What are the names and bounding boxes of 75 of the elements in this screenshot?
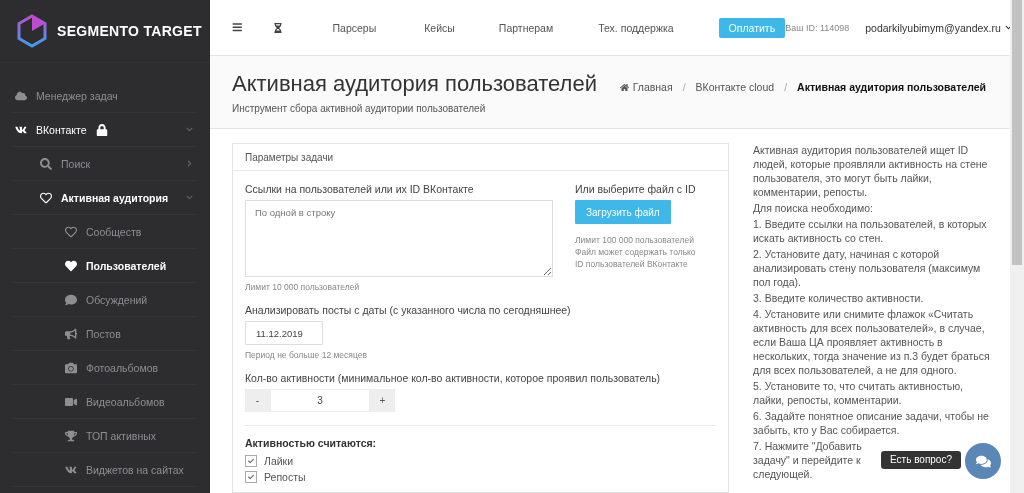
menu-label: Постов [86, 327, 121, 340]
sidebar-item[interactable]: Виджетов на сайтах [13, 453, 197, 487]
menu-label: ВКонтакте [36, 123, 87, 136]
decrement-button[interactable]: - [245, 389, 270, 412]
field-hint: Лимит 10 000 пользователей [245, 281, 361, 293]
checkbox[interactable] [245, 455, 257, 467]
field-label: Анализировать посты с даты (с указанного числа по сегодняшнее) [245, 304, 572, 316]
chat-tooltip: Есть вопрос? [881, 451, 961, 469]
checkbox-label: Репосты [264, 471, 306, 483]
help-text: 4. Установите или снимите флажок «Считать активность для всех пользователей», в случае, если Ваша ЦА проявляет активность в нескольких, тогда значение из п.3 будет браться для всех пользователей, а не для одного. [753, 307, 991, 377]
menu-label: Видеоальбомов [86, 395, 165, 408]
breadcrumb-link[interactable]: Главная [619, 81, 673, 93]
breadcrumb-link[interactable]: ВКонтакте cloud [695, 81, 775, 93]
field-label: Или выберите файл с ID [575, 183, 697, 195]
current-page-label: Активная аудитория пользователей [797, 81, 986, 93]
page-title: Активная аудитория пользователей [232, 70, 597, 97]
help-text: 5. Установите то, что считать активностью, лайки, репосты, комментарии. [753, 379, 964, 407]
logo-icon [17, 14, 47, 48]
links-field[interactable]: По одной в строку [245, 200, 553, 277]
chevron-icon [1004, 24, 1012, 31]
menu-label: ТОП активных [86, 429, 156, 442]
nav-link[interactable]: Кейсы [424, 21, 455, 34]
checkbox-label: Лайки [264, 455, 294, 467]
field-hint: Лимит 100 000 пользователей Файл может содержать только ID пользователей ВКонтакте [575, 234, 697, 270]
help-text: Для поиска необходимо: [753, 201, 874, 215]
sidebar-item[interactable]: ТОП активных [13, 419, 197, 453]
nav-link[interactable]: Партнерам [498, 21, 554, 34]
nav-link[interactable]: Тех. поддержка [598, 21, 674, 34]
help-text: 1. Введите ссылки на пользователей, в которых искать активность со стен. [753, 217, 988, 245]
menu-label: Активная аудитория [61, 191, 169, 204]
breadcrumb-separator: / [784, 81, 788, 93]
sidebar-item[interactable]: Видеоальбомов [13, 385, 197, 419]
sidebar-item[interactable]: Сообществ [13, 215, 197, 249]
help-text: 6. Задайте понятное описание задачи, чтобы не забыть, кто у Вас собирается. [753, 409, 990, 437]
help-text: 3. Введите количество активности. [753, 291, 925, 305]
user-id: Ваш ID: 114098 [785, 22, 850, 33]
count-field[interactable]: 3 [270, 389, 370, 412]
sidebar-item[interactable]: Фотоальбомов [13, 351, 197, 385]
menu-label: Фотоальбомов [86, 361, 159, 374]
brand-name: SEGMENTO TARGET [57, 23, 202, 39]
chat-button[interactable] [965, 443, 1001, 479]
menu-label: Пользователей [86, 259, 167, 272]
card-title: Параметры задачи [233, 144, 728, 171]
help-text: Активная аудитория пользователей ищет ID людей, которые проявляли активность на стене пользователя, это могут быть лайки, комментарии, репосты. [753, 143, 989, 199]
menu-label: Менеджер задач [36, 89, 118, 102]
check-icon [248, 458, 254, 464]
sidebar-item[interactable]: Постов [13, 317, 197, 351]
chat-icon [975, 453, 991, 469]
menu-label: Виджетов на сайтах [86, 463, 184, 476]
sidebar-item[interactable]: Обсуждений [13, 283, 197, 317]
section-title: Активностью считаются: [245, 437, 378, 449]
field-label: Ссылки на пользователей или их ID ВКонтакте [245, 183, 475, 195]
breadcrumb-separator: / [682, 81, 686, 93]
field-label: Кол-во активности (минимальное кол-во активности, которое проявил пользователь) [245, 372, 662, 384]
date-field[interactable]: 11.12.2019 [245, 321, 323, 345]
nav-link[interactable]: Парсеры [332, 21, 377, 34]
sidebar-item[interactable]: Менеджер задач [13, 79, 197, 113]
check-icon [248, 474, 254, 480]
sidebar-item[interactable]: Активная аудитория [13, 181, 197, 215]
checkbox[interactable] [245, 471, 257, 483]
hourglass-icon[interactable] [272, 22, 283, 33]
sidebar-item[interactable]: Пользователей [13, 249, 197, 283]
increment-button[interactable]: + [370, 389, 395, 412]
help-text: 7. Нажмите "Добавить задачу" и перейдите к следующей. [753, 439, 863, 481]
menu-label: Поиск [61, 157, 91, 170]
help-text: 2. Установите дату, начиная с которой анализировать стену пользователя (максимум пол года). [753, 247, 982, 289]
user-menu[interactable]: podarkilyubimym@yandex.ru [865, 21, 1012, 34]
home-icon [619, 82, 629, 92]
scrollbar[interactable] [1010, 0, 1024, 493]
page-subtitle: Инструмент сбора активной аудитории пользователей [232, 102, 487, 114]
sidebar-item[interactable]: Поиск [13, 147, 197, 181]
menu-label: Сообществ [86, 225, 142, 238]
sidebar-item[interactable]: ВКонтакте [13, 113, 197, 147]
menu-label: Обсуждений [86, 293, 148, 306]
field-hint: Период не больше 12 месяцев [245, 349, 368, 361]
